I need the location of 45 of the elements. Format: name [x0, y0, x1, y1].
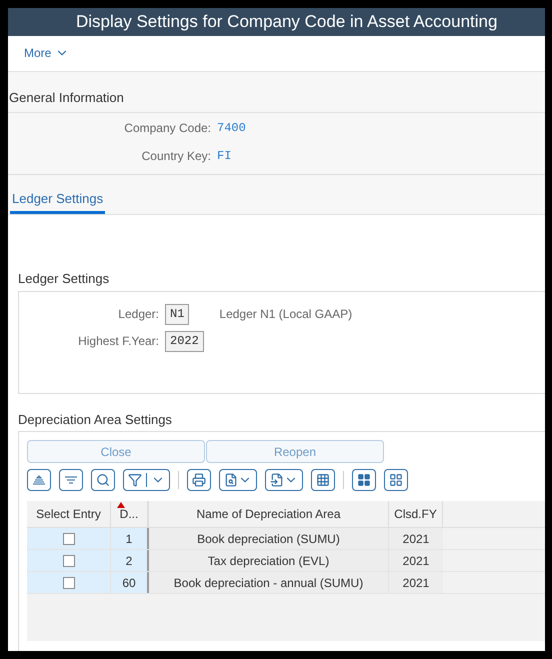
- table-cell: 1: [111, 528, 149, 549]
- checkbox[interactable]: [62, 532, 74, 544]
- column-label: Clsd.FY: [394, 506, 437, 523]
- filter-icon: [128, 473, 142, 487]
- section-heading: General Information: [8, 89, 125, 108]
- layout-icon[interactable]: [352, 469, 376, 491]
- grid-icon[interactable]: [311, 469, 335, 491]
- collapse-icon[interactable]: [27, 469, 51, 491]
- table-cell: 2021: [389, 528, 443, 549]
- layout-icon[interactable]: [384, 469, 408, 491]
- input-field[interactable]: 2022: [165, 330, 204, 352]
- table-cell: 60: [111, 572, 149, 593]
- checkbox[interactable]: [62, 554, 74, 566]
- checkbox[interactable]: [62, 576, 74, 588]
- export-icon[interactable]: [265, 469, 303, 491]
- field-label: Country Key:: [140, 148, 211, 165]
- column-header[interactable]: Clsd.FY: [389, 501, 443, 527]
- input-field[interactable]: N1: [165, 304, 190, 324]
- field-description: Ledger N1 (Local GAAP): [219, 306, 352, 323]
- more-button[interactable]: More: [24, 44, 70, 62]
- field-label: Company Code:: [123, 120, 211, 137]
- document-search-icon[interactable]: [219, 469, 257, 491]
- field-value: 7400: [217, 120, 246, 137]
- window-title: Display Settings for Company Code in Asset Accounting: [76, 11, 498, 33]
- printer-icon[interactable]: [187, 469, 211, 491]
- section-heading: Depreciation Area Settings: [18, 410, 173, 429]
- tab[interactable]: Ledger Settings: [10, 188, 106, 214]
- search-icon[interactable]: [91, 469, 115, 491]
- section-heading: Ledger Settings: [18, 270, 110, 288]
- column-label: D...: [120, 506, 138, 523]
- field-value: FI: [217, 148, 232, 165]
- filter-button[interactable]: [123, 469, 170, 491]
- table-cell: 2: [111, 550, 149, 571]
- table-cell: 2021: [389, 572, 443, 593]
- table-cell: Book depreciation - annual (SUMU): [149, 572, 389, 593]
- column-header[interactable]: Name of Depreciation Area: [149, 501, 389, 527]
- table-cell: Tax depreciation (EVL): [149, 550, 389, 571]
- table-cell: Book depreciation (SUMU): [149, 528, 389, 549]
- column-label: Name of Depreciation Area: [196, 506, 341, 523]
- sort-lines-icon[interactable]: [59, 469, 83, 491]
- field-label: Highest F.Year:: [77, 333, 159, 350]
- column-header[interactable]: Select Entry: [27, 501, 111, 527]
- column-label: Select Entry: [36, 506, 101, 523]
- field-label: Ledger:: [117, 306, 159, 323]
- table-cell: 2021: [389, 550, 443, 571]
